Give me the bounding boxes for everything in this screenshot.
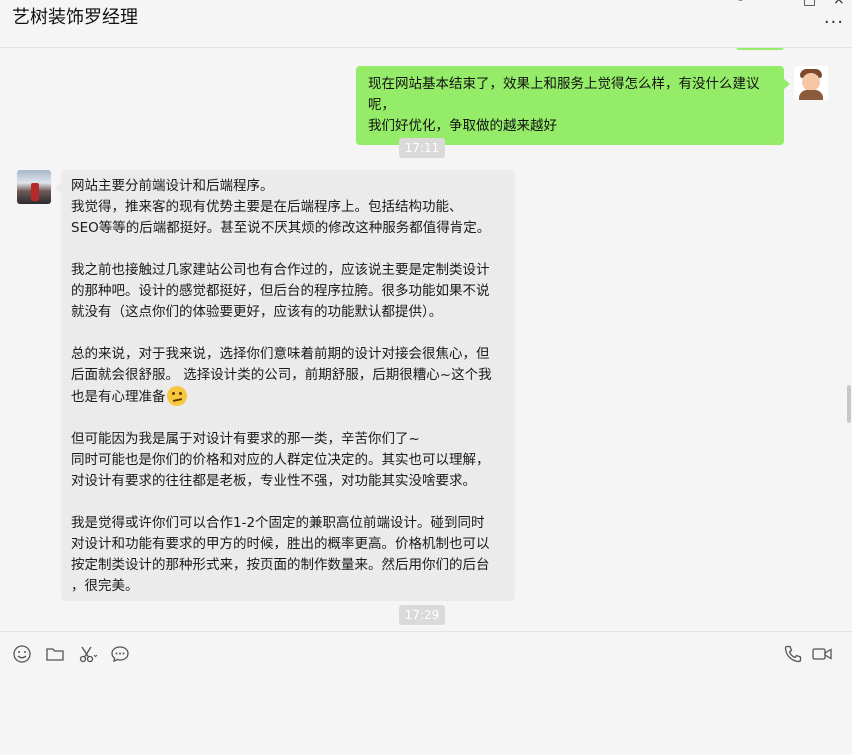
- message-paragraph: 总的来说，对于我来说，选择你们意味着前期的设计对接会很焦心，但 后面就会很舒服。…: [71, 344, 505, 408]
- maximize-button[interactable]: □: [803, 0, 816, 8]
- scrollbar-thumb[interactable]: [847, 385, 851, 423]
- message-line: 我之前也接触过几家建站公司也有合作过的，应该说主要是定制类设计: [71, 262, 490, 278]
- message-line: ，很完美。: [71, 578, 139, 594]
- minimize-button[interactable]: -: [738, 0, 743, 8]
- voice-call-button[interactable]: [783, 644, 803, 664]
- message-line: 后面就会很舒服。 选择设计类的公司，前期舒服，后期很糟心~这个我: [71, 367, 492, 383]
- smiley-icon: [13, 645, 31, 663]
- message-paragraph: 我是觉得或许你们可以合作1-2个固定的兼职高位前端设计。碰到同时 对设计和功能有…: [71, 513, 505, 597]
- send-file-button[interactable]: [45, 644, 65, 664]
- message-line: 总的来说，对于我来说，选择你们意味着前期的设计对接会很焦心，但: [71, 346, 490, 362]
- message-line: 按定制类设计的那种形式来，按页面的制作数量来。然后用你们的后台: [71, 557, 490, 573]
- message-text: 也是有心理准备: [71, 389, 166, 405]
- video-icon: [812, 648, 832, 660]
- message-line: SEO等等的后端都挺好。甚至说不厌其烦的修改这种服务都值得肯定。: [71, 220, 491, 236]
- message-input[interactable]: [0, 672, 852, 754]
- chat-title: 艺树装饰罗经理: [12, 7, 138, 28]
- emoji-button[interactable]: [12, 644, 32, 664]
- timestamp: 17:11: [399, 138, 445, 158]
- close-button[interactable]: ×: [833, 0, 845, 8]
- previous-message-fragment: [736, 48, 784, 50]
- contact-avatar[interactable]: [17, 170, 51, 204]
- message-line: 我觉得，推来客的现有优势主要是在后端程序上。包括结构功能、: [71, 199, 463, 215]
- message-line: 现在网站基本结束了，效果上和服务上觉得怎么样，有没什么建议呢，: [368, 76, 760, 113]
- input-area: [0, 631, 852, 755]
- thinking-face-emoji-icon: [166, 386, 187, 406]
- video-call-button[interactable]: [811, 644, 833, 664]
- folder-icon: [46, 648, 64, 661]
- message-line: 就没有（这点你们的体验要更好，应该有的功能默认都提供）。: [71, 304, 443, 320]
- scissors-icon: [79, 646, 98, 663]
- message-line: 我们好优化，争取做的越来越好: [368, 118, 557, 134]
- message-line-with-emoji: 也是有心理准备: [71, 386, 505, 408]
- timestamp: 17:29: [399, 605, 445, 625]
- chat-header: 艺树装饰罗经理 - □ × ···: [0, 0, 852, 48]
- more-options-button[interactable]: ···: [824, 12, 844, 33]
- message-line: 网站主要分前端设计和后端程序。: [71, 178, 274, 194]
- my-avatar[interactable]: [794, 66, 828, 100]
- message-line: 但可能因为我是属于对设计有要求的那一类，辛苦你们了~: [71, 431, 420, 447]
- message-list[interactable]: 现在网站基本结束了，效果上和服务上觉得怎么样，有没什么建议呢， 我们好优化，争取…: [0, 48, 852, 630]
- message-line: 对设计有要求的往往都是老板，专业性不强，对功能其实没啥要求。: [71, 473, 476, 489]
- chat-history-button[interactable]: [110, 644, 130, 664]
- message-paragraph: 但可能因为我是属于对设计有要求的那一类，辛苦你们了~ 同时可能也是你们的价格和对…: [71, 429, 505, 492]
- message-line: 我是觉得或许你们可以合作1-2个固定的兼职高位前端设计。碰到同时: [71, 515, 485, 531]
- message-line: 对设计和功能有要求的甲方的时候，胜出的概率更高。价格机制也可以: [71, 536, 490, 552]
- message-paragraph: 网站主要分前端设计和后端程序。 我觉得，推来客的现有优势主要是在后端程序上。包括…: [71, 176, 505, 239]
- incoming-message[interactable]: 网站主要分前端设计和后端程序。 我觉得，推来客的现有优势主要是在后端程序上。包括…: [55, 170, 515, 601]
- message-line: 的那种吧。设计的感觉都挺好，但后台的程序拉胯。很多功能如果不说: [71, 283, 490, 299]
- message-paragraph: 我之前也接触过几家建站公司也有合作过的，应该说主要是定制类设计 的那种吧。设计的…: [71, 260, 505, 323]
- message-line: 同时可能也是你们的价格和对应的人群定位决定的。其实也可以理解，: [71, 452, 490, 468]
- outgoing-message[interactable]: 现在网站基本结束了，效果上和服务上觉得怎么样，有没什么建议呢， 我们好优化，争取…: [356, 66, 790, 145]
- screenshot-button[interactable]: [78, 644, 98, 664]
- chat-bubble-icon: [111, 646, 129, 663]
- phone-icon: [784, 645, 802, 663]
